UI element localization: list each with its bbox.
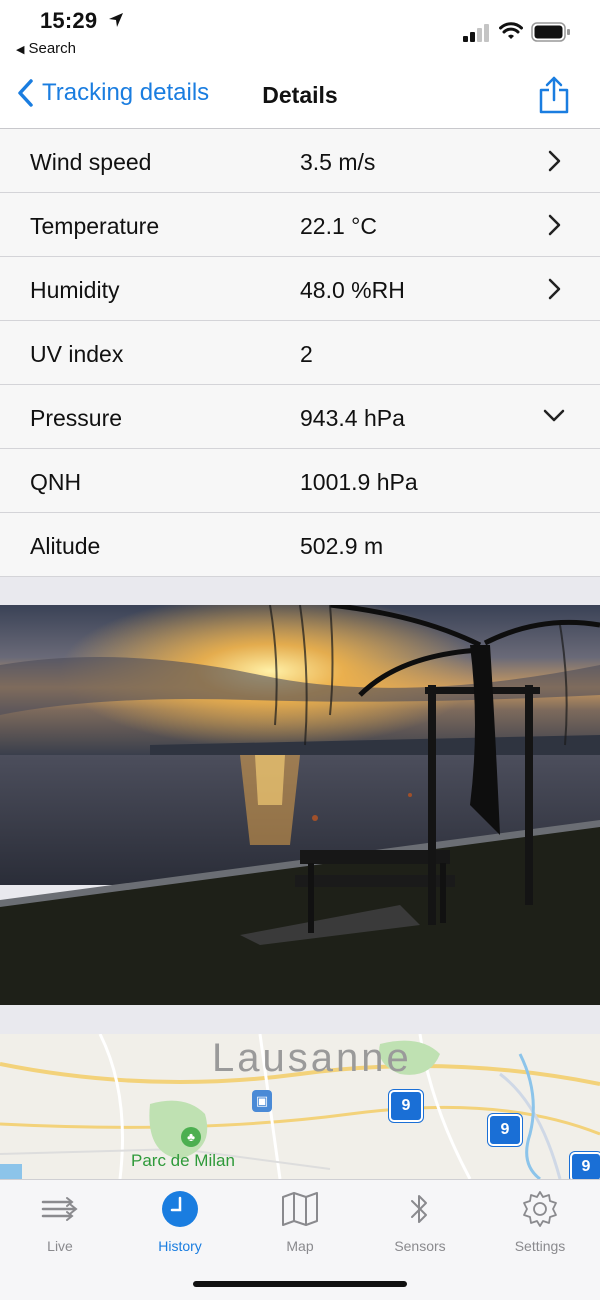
row-wind-speed[interactable]: Wind speed 3.5 m/s <box>0 129 600 193</box>
chevron-right-icon <box>548 150 561 172</box>
tab-live[interactable]: Live <box>0 1188 120 1254</box>
share-icon[interactable] <box>538 76 570 114</box>
cellular-signal-icon <box>463 24 489 42</box>
battery-icon <box>531 22 570 42</box>
row-label: QNH <box>30 469 82 495</box>
train-station-icon: ▣ <box>252 1090 272 1112</box>
row-qnh: QNH 1001.9 hPa <box>0 449 600 513</box>
tab-map[interactable]: Map <box>240 1188 360 1254</box>
row-value: 1001.9 hPa <box>300 469 418 495</box>
map-city-label: Lausanne <box>212 1036 412 1080</box>
row-value: 2 <box>300 341 313 367</box>
details-list: Wind speed 3.5 m/s Temperature 22.1 °C H… <box>0 129 600 577</box>
row-label: Temperature <box>30 213 160 239</box>
route-badge: 9 <box>488 1114 522 1146</box>
row-temperature[interactable]: Temperature 22.1 °C <box>0 193 600 257</box>
row-altitude: Alitude 502.9 m <box>0 513 600 577</box>
row-value: 3.5 m/s <box>300 149 376 175</box>
home-indicator[interactable] <box>193 1281 407 1287</box>
page-title: Details <box>262 82 338 108</box>
navigation-bar: Tracking details Details <box>0 64 600 129</box>
status-bar: 15:29 ◀ Search <box>0 0 600 64</box>
tab-label: Map <box>286 1238 314 1254</box>
tab-label: History <box>158 1238 202 1254</box>
row-value: 502.9 m <box>300 533 384 559</box>
row-pressure[interactable]: Pressure 943.4 hPa <box>0 385 600 449</box>
tab-sensors[interactable]: Sensors <box>360 1188 480 1254</box>
tab-label: Settings <box>514 1238 566 1254</box>
chevron-right-icon <box>548 214 561 236</box>
back-app-label: Search <box>28 40 76 57</box>
row-humidity[interactable]: Humidity 48.0 %RH <box>0 257 600 321</box>
map-park-label: Parc de Milan <box>131 1151 235 1170</box>
tab-history[interactable]: History <box>120 1188 240 1254</box>
row-uv-index: UV index 2 <box>0 321 600 385</box>
row-label: Pressure <box>30 405 123 431</box>
map-preview[interactable]: Lausanne ▣ ♣ Parc de Milan 9 9 9 <box>0 1034 600 1179</box>
chevron-down-icon <box>543 409 565 422</box>
location-arrow-icon <box>109 13 123 27</box>
wind-icon <box>41 1197 78 1221</box>
status-time: 15:29 <box>40 8 98 33</box>
park-tree-icon: ♣ <box>181 1127 201 1147</box>
wifi-icon <box>499 22 523 39</box>
row-label: Alitude <box>30 533 101 559</box>
tab-label: Live <box>47 1238 73 1254</box>
row-value: 22.1 °C <box>300 213 377 239</box>
row-value: 943.4 hPa <box>300 405 405 431</box>
map-icon <box>282 1192 318 1226</box>
back-to-app-link[interactable]: ◀ Search <box>16 40 76 57</box>
row-label: Humidity <box>30 277 120 303</box>
bluetooth-icon <box>411 1195 427 1223</box>
route-badge: 9 <box>389 1090 423 1122</box>
route-badge: 9 <box>570 1152 600 1179</box>
back-triangle-icon: ◀ <box>16 44 25 56</box>
tab-settings[interactable]: Settings <box>480 1188 600 1254</box>
clock-icon <box>162 1191 198 1227</box>
row-label: Wind speed <box>30 149 152 175</box>
tab-label: Sensors <box>394 1238 446 1254</box>
row-label: UV index <box>30 341 124 367</box>
sunset-lake-photo[interactable] <box>0 605 600 1005</box>
gear-icon <box>523 1191 557 1227</box>
chevron-right-icon <box>548 278 561 300</box>
row-value: 48.0 %RH <box>300 277 405 303</box>
